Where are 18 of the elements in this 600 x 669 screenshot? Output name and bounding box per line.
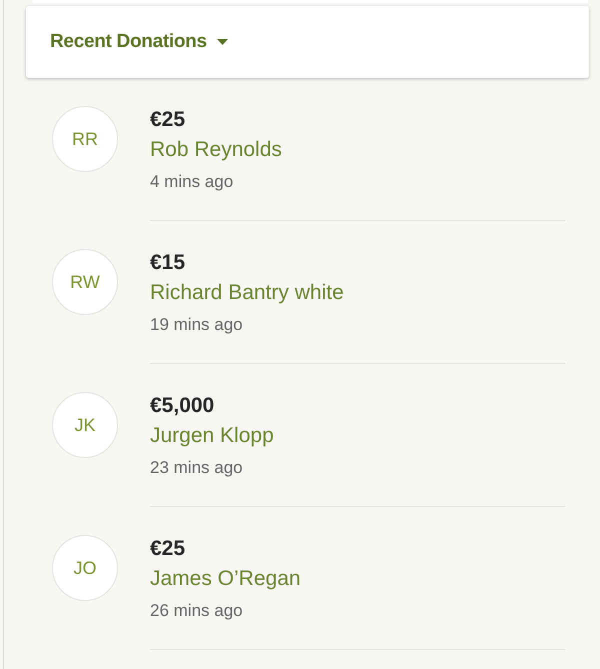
donation-amount: €15	[150, 250, 186, 276]
donation-amount: €5,000	[150, 393, 214, 419]
donor-name: Richard Bantry white	[150, 280, 344, 306]
donation-time: 26 mins ago	[150, 600, 243, 622]
donor-name: Rob Reynolds	[150, 137, 282, 163]
donation-time: 23 mins ago	[150, 457, 243, 479]
donation-amount: €25	[150, 536, 186, 562]
donation-time: 4 mins ago	[150, 171, 234, 193]
donation-amount: €25	[150, 107, 186, 133]
donor-name: James O’Regan	[150, 566, 301, 592]
donor-avatar: JK	[52, 392, 118, 458]
donation-time: 19 mins ago	[150, 314, 243, 336]
donor-avatar: JO	[52, 535, 118, 601]
recent-donations-dropdown[interactable]: Recent Donations	[50, 28, 228, 56]
donor-avatar: RR	[52, 106, 118, 172]
caret-down-icon	[216, 39, 228, 45]
donor-avatar: RW	[52, 249, 118, 315]
donor-name: Jurgen Klopp	[150, 423, 274, 449]
